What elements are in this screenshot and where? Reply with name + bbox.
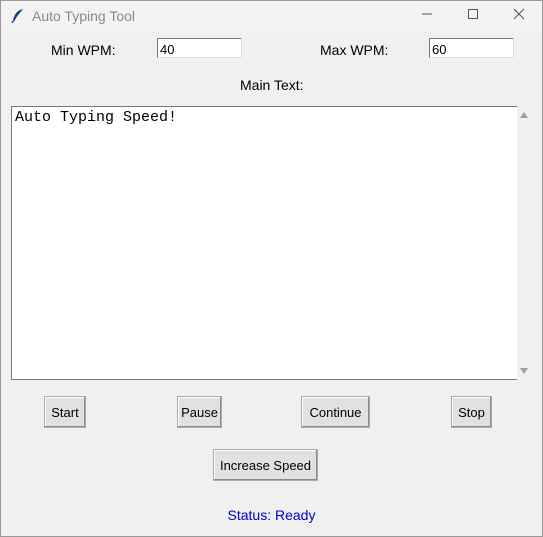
max-wpm-label: Max WPM: xyxy=(320,42,389,58)
stop-button[interactable]: Stop xyxy=(451,396,492,428)
status-label: Status: Ready xyxy=(227,507,316,523)
minimize-icon xyxy=(421,7,433,25)
main-text-label: Main Text: xyxy=(240,77,304,93)
maximize-icon xyxy=(467,7,479,25)
minimize-button[interactable] xyxy=(405,1,449,31)
pause-button[interactable]: Pause xyxy=(177,396,222,428)
scroll-up-arrow-icon[interactable] xyxy=(520,112,528,118)
app-window: Auto Typing Tool Min WPM: Max WPM: Main … xyxy=(0,0,543,537)
close-icon xyxy=(513,7,525,25)
max-wpm-input[interactable] xyxy=(429,38,514,58)
min-wpm-label: Min WPM: xyxy=(51,42,116,58)
title-bar[interactable]: Auto Typing Tool xyxy=(1,1,542,31)
vertical-scrollbar[interactable] xyxy=(517,106,533,380)
start-button[interactable]: Start xyxy=(44,396,86,428)
scroll-down-arrow-icon[interactable] xyxy=(520,368,528,374)
main-text-content: Auto Typing Speed! xyxy=(15,109,178,126)
maximize-button[interactable] xyxy=(451,1,495,31)
main-text-area[interactable]: Auto Typing Speed! xyxy=(11,106,517,380)
feather-icon xyxy=(11,8,25,24)
increase-speed-button[interactable]: Increase Speed xyxy=(213,449,318,481)
close-button[interactable] xyxy=(497,1,541,31)
min-wpm-input[interactable] xyxy=(157,38,242,58)
continue-button[interactable]: Continue xyxy=(301,396,370,428)
window-title: Auto Typing Tool xyxy=(32,8,136,24)
